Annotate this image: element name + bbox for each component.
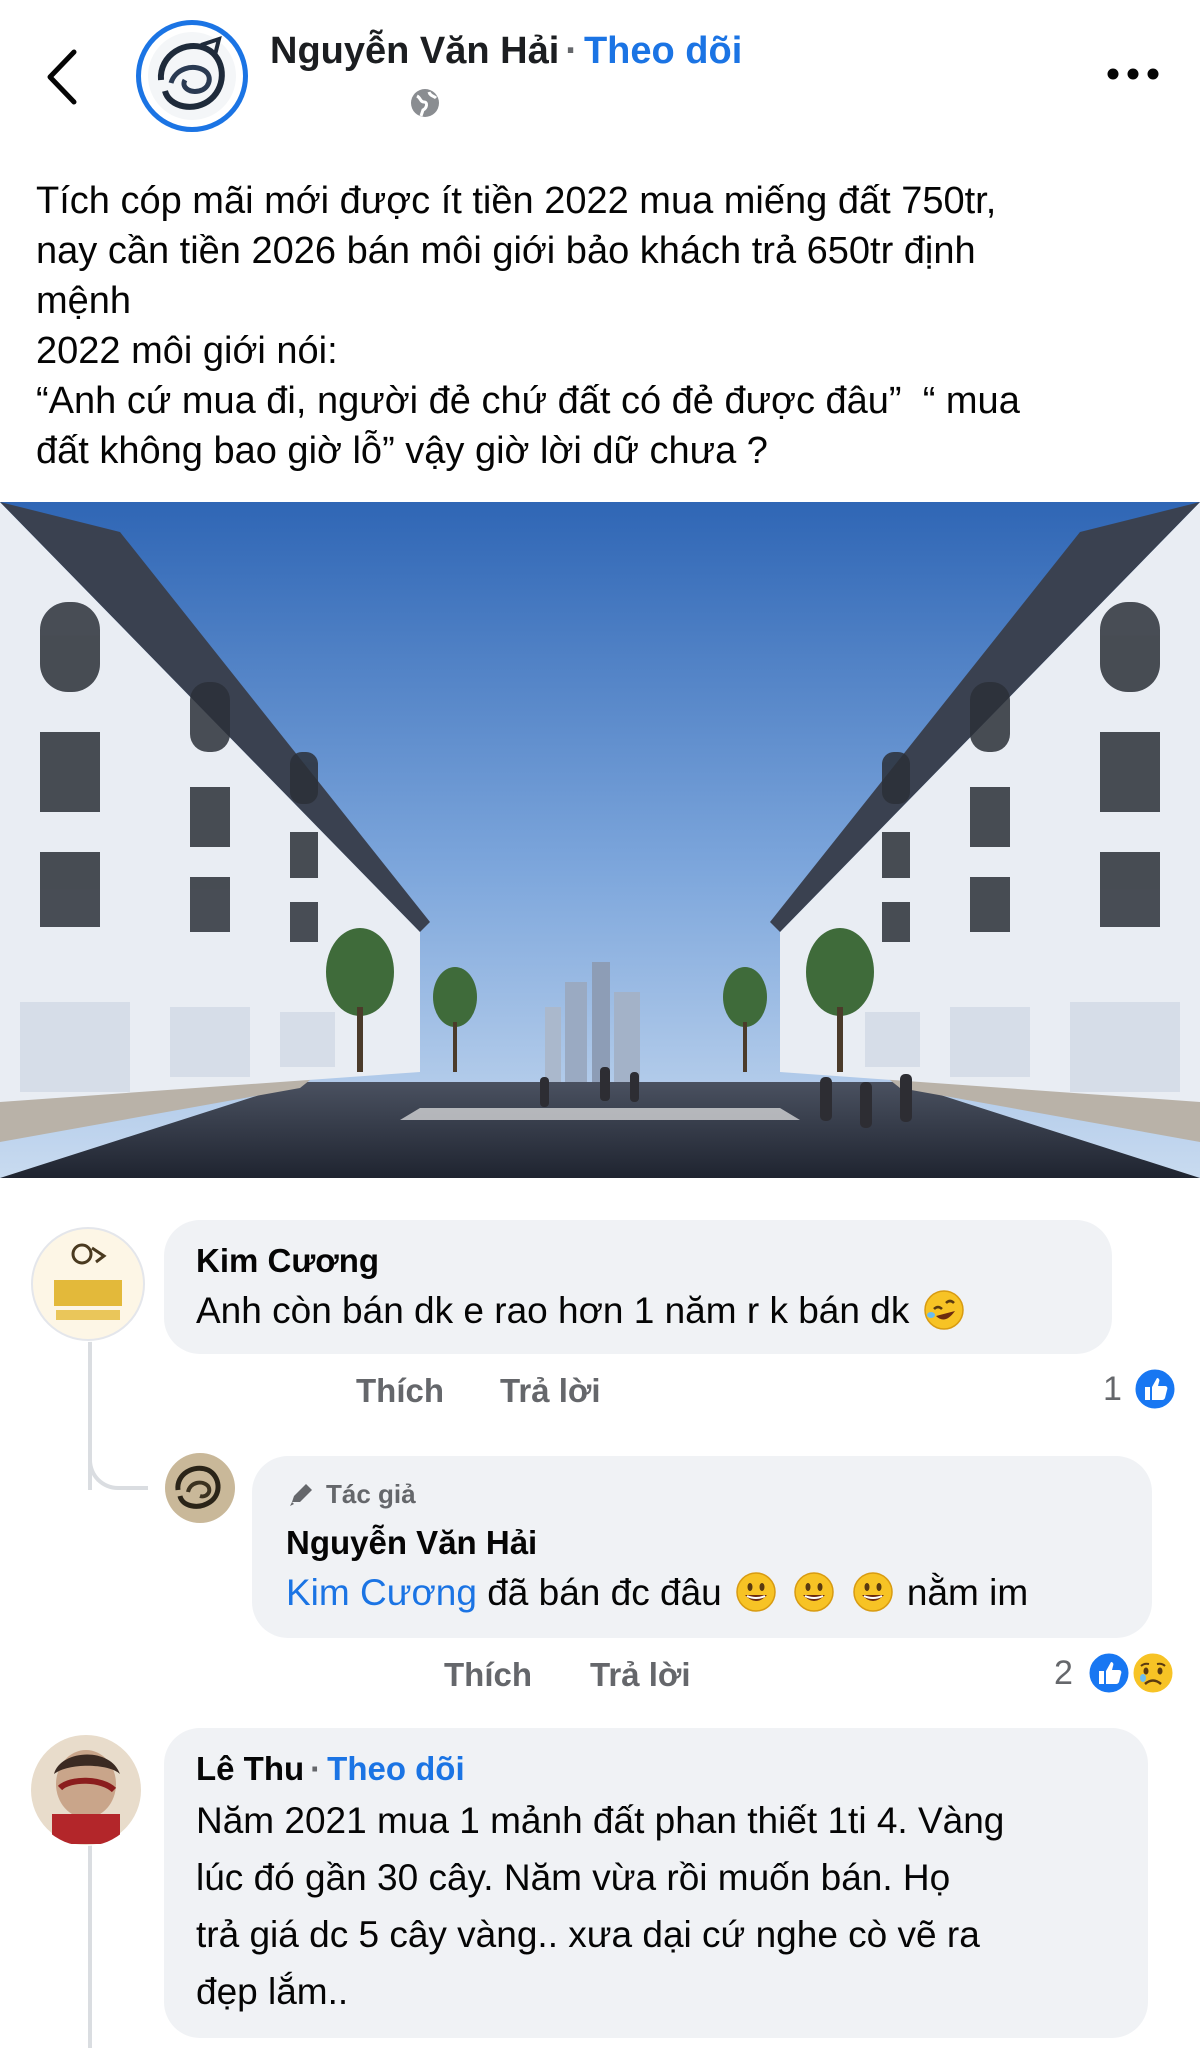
post-text: Tích cóp mãi mới được ít tiền 2022 mua m… [36, 176, 1166, 476]
reply-button[interactable]: Trả lời [500, 1372, 601, 1410]
post-photo[interactable] [0, 502, 1200, 1178]
comment-text: Năm 2021 mua 1 mảnh đất phan thiết 1ti 4… [196, 1792, 1136, 2020]
thread-line-curve [88, 1420, 148, 1490]
grinning-face-emoji-icon [794, 1572, 835, 1612]
comment-text-content: Anh còn bán dk e rao hơn 1 năm r k bán d… [196, 1290, 910, 1331]
mention-link[interactable]: Kim Cương [286, 1572, 477, 1613]
commenter-avatar[interactable] [30, 1226, 146, 1342]
more-horizontal-icon[interactable] [1104, 62, 1162, 86]
reply-button[interactable]: Trả lời [590, 1656, 691, 1694]
commenter-avatar-image [31, 1735, 141, 1845]
pencil-icon [290, 1484, 312, 1506]
comment-text-line: Năm 2021 mua 1 mảnh đất phan thiết 1ti 4… [196, 1800, 1005, 1841]
commenter-avatar-image [31, 1227, 145, 1341]
comment-text: Anh còn bán dk e rao hơn 1 năm r k bán d… [196, 1284, 968, 1338]
author-name[interactable]: Nguyễn Văn Hải [270, 30, 559, 72]
thread-line [88, 1840, 92, 2048]
comment-author[interactable]: Lê Thu [196, 1750, 304, 1787]
author-line: Nguyễn Văn Hải · Theo dõi [270, 30, 742, 73]
post-text-line: “Anh cứ mua đi, người đẻ chứ đất có đẻ đ… [36, 380, 1020, 422]
author-badge: Tác giả [286, 1478, 416, 1510]
townhouse-street-illustration [0, 502, 1200, 1178]
commenter-avatar[interactable] [30, 1734, 142, 1846]
author-avatar[interactable] [136, 20, 248, 132]
rolling-laughing-emoji-icon [923, 1290, 964, 1330]
separator-dot: · [565, 30, 578, 72]
comment-text-line: đẹp lắm.. [196, 1971, 349, 2012]
reply-author-avatar-image [165, 1453, 235, 1523]
post-header: Nguyễn Văn Hải · Theo dõi [0, 0, 1200, 140]
globe-icon [411, 89, 439, 117]
reply-author-avatar[interactable] [164, 1452, 236, 1524]
post-text-line: nay cần tiền 2026 bán môi giới bảo khách… [36, 230, 976, 272]
sad-reaction-icon [1130, 1650, 1176, 1696]
like-reaction-icon [1132, 1366, 1178, 1412]
author-badge-label: Tác giả [326, 1478, 416, 1509]
reply-text-before: đã bán đc đâu [487, 1572, 722, 1613]
reaction-count[interactable]: 1 [1103, 1370, 1122, 1409]
comment-text-line: lúc đó gần 30 cây. Năm vừa rồi muốn bán.… [196, 1857, 951, 1898]
reaction-count[interactable]: 2 [1054, 1654, 1073, 1693]
reply-author[interactable]: Nguyễn Văn Hải [286, 1524, 537, 1562]
like-button[interactable]: Thích [444, 1656, 532, 1694]
follow-button[interactable]: Theo dõi [327, 1750, 464, 1787]
comment-author-line: Lê Thu · Theo dõi [196, 1750, 465, 1788]
post-text-line: đất không bao giờ lỗ” vậy giờ lời dữ chư… [36, 430, 768, 472]
chevron-left-icon[interactable] [44, 48, 80, 106]
grinning-face-emoji-icon [852, 1572, 893, 1612]
post-text-line: mệnh [36, 280, 132, 322]
follow-button[interactable]: Theo dõi [584, 30, 742, 72]
post-text-line: 2022 môi giới nói: [36, 330, 338, 372]
comment-text-line: trả giá dc 5 cây vàng.. xưa dại cứ nghe … [196, 1914, 980, 1955]
grinning-face-emoji-icon [736, 1572, 776, 1612]
reply-text-after: nằm im [906, 1572, 1029, 1613]
separator-dot: · [310, 1750, 322, 1787]
like-button[interactable]: Thích [356, 1372, 444, 1410]
author-avatar-image [148, 32, 236, 120]
post-text-line: Tích cóp mãi mới được ít tiền 2022 mua m… [36, 180, 997, 222]
like-reaction-icon [1086, 1650, 1132, 1696]
reply-text: Kim Cương đã bán đc đâu nằm im [286, 1566, 1028, 1620]
comment-author[interactable]: Kim Cương [196, 1242, 379, 1280]
